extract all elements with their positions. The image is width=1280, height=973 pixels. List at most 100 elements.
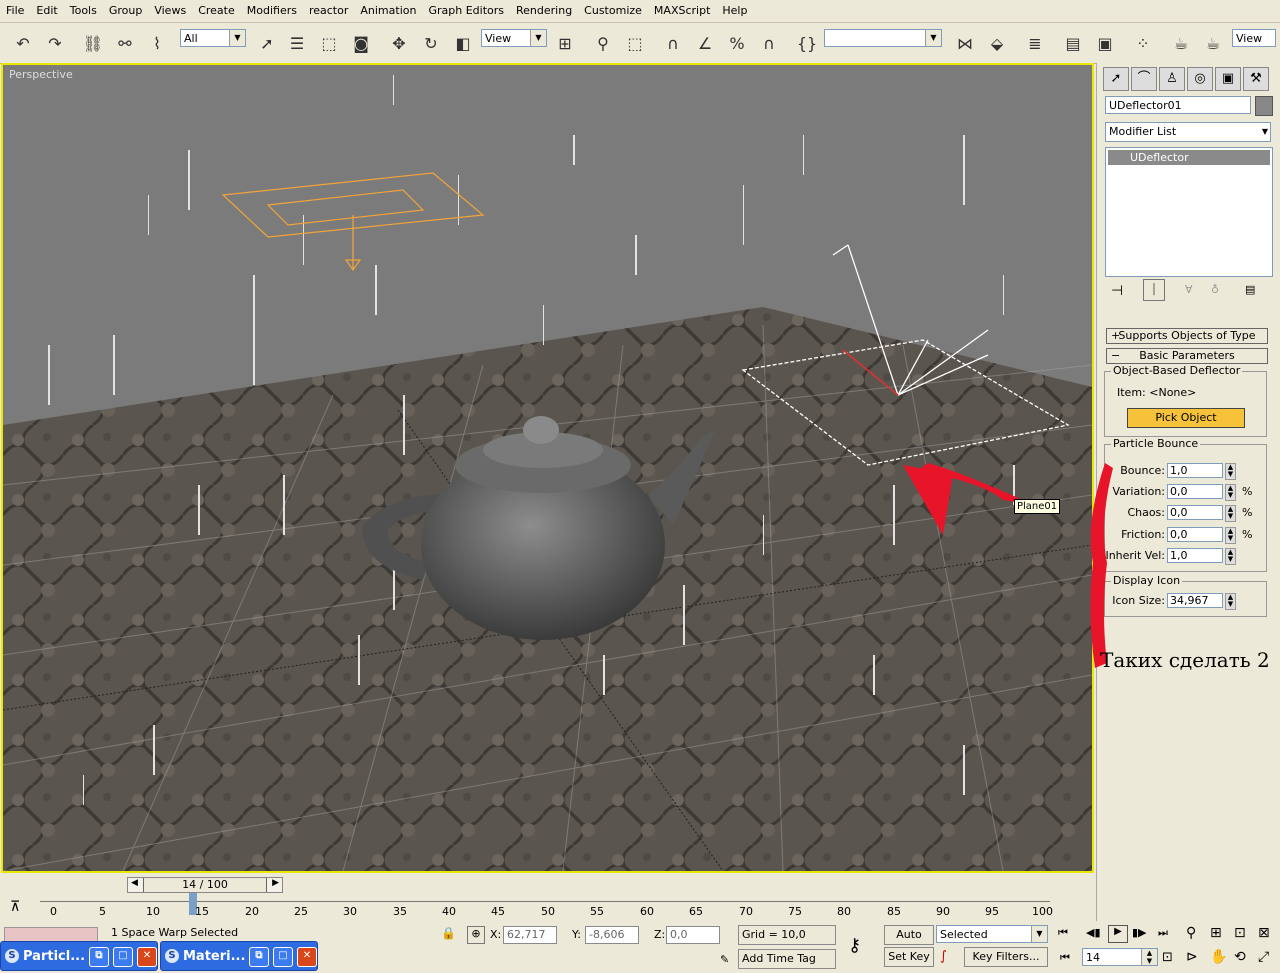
maximize-window-icon[interactable]: □: [113, 947, 133, 967]
add-time-tag-button[interactable]: Add Time Tag: [738, 949, 836, 969]
chaos-input[interactable]: 0,0: [1167, 505, 1223, 520]
bounce-input[interactable]: 1,0: [1167, 463, 1223, 478]
unlink-icon[interactable]: ⚯: [112, 30, 138, 56]
maximize-viewport-icon[interactable]: ⤢: [1258, 949, 1269, 965]
taskbar-material-window[interactable]: S Materi... ⧉ □ ✕: [160, 941, 318, 971]
lock-selection-icon[interactable]: 🔒: [441, 926, 456, 940]
window-crossing-icon[interactable]: ◙: [348, 30, 374, 56]
rollout-basic-parameters[interactable]: − Basic Parameters: [1106, 348, 1268, 364]
motion-tab-icon[interactable]: ◎: [1187, 67, 1213, 91]
make-unique-icon[interactable]: ∀: [1185, 283, 1193, 296]
spinner-snap-icon[interactable]: ∩: [756, 30, 782, 56]
menu-file[interactable]: File: [0, 0, 30, 22]
angle-snap-icon[interactable]: ∠: [692, 30, 718, 56]
time-slider-thumb[interactable]: 14 / 100: [143, 878, 267, 892]
zoom-icon[interactable]: ⚲: [1186, 925, 1196, 941]
menu-tools[interactable]: Tools: [64, 0, 103, 22]
utilities-tab-icon[interactable]: ⚒: [1243, 67, 1269, 91]
percent-snap-icon[interactable]: %: [724, 30, 750, 56]
x-coordinate-field[interactable]: 62,717: [503, 926, 557, 944]
menu-help[interactable]: Help: [716, 0, 753, 22]
next-frame-icon[interactable]: ▮▶: [1132, 926, 1147, 939]
select-by-name-icon[interactable]: ☰: [284, 30, 310, 56]
named-selection-dropdown[interactable]: ▼: [824, 29, 942, 47]
schematic-view-icon[interactable]: ▣: [1092, 30, 1118, 56]
menu-modifiers[interactable]: Modifiers: [241, 0, 303, 22]
object-name-field[interactable]: UDeflector01: [1105, 96, 1251, 114]
material-editor-icon[interactable]: ⁘: [1130, 30, 1156, 56]
close-window-icon[interactable]: ✕: [297, 947, 317, 967]
y-coordinate-field[interactable]: -8,606: [585, 926, 639, 944]
menu-graph-editors[interactable]: Graph Editors: [422, 0, 510, 22]
go-to-start-icon[interactable]: ⏮: [1058, 926, 1068, 940]
modify-tab-icon[interactable]: ⌒: [1131, 67, 1157, 91]
chevron-left-icon[interactable]: ◀: [131, 878, 138, 888]
move-icon[interactable]: ✥: [386, 30, 412, 56]
undo-icon[interactable]: ↶: [10, 30, 36, 56]
viewport-label[interactable]: Perspective: [9, 68, 73, 81]
snap-toggle-icon[interactable]: ∩: [660, 30, 686, 56]
maximize-window-icon[interactable]: □: [273, 947, 293, 967]
friction-input[interactable]: 0,0: [1167, 527, 1223, 542]
open-mini-curve-editor-icon[interactable]: ⊼: [10, 899, 20, 915]
spinner-arrows-icon[interactable]: ▲ ▼: [1225, 484, 1236, 501]
menu-maxscript[interactable]: MAXScript: [648, 0, 716, 22]
render-scene-icon[interactable]: ☕: [1168, 30, 1194, 56]
zoom-extents-all-icon[interactable]: ⊠: [1258, 925, 1270, 941]
pivot-center-icon[interactable]: ⊞: [552, 30, 578, 56]
menu-views[interactable]: Views: [148, 0, 192, 22]
pin-stack-icon[interactable]: ⊣: [1111, 283, 1123, 299]
spinner-arrows-icon[interactable]: ▲ ▼: [1225, 548, 1236, 565]
key-mode-toggle-icon[interactable]: ⏮: [1060, 951, 1070, 965]
field-of-view-icon[interactable]: ⊳: [1186, 949, 1198, 965]
quick-render-icon[interactable]: ☕: [1200, 30, 1226, 56]
zoom-all-icon[interactable]: ⊞: [1210, 925, 1222, 941]
restore-window-icon[interactable]: ⧉: [249, 947, 269, 967]
hierarchy-tab-icon[interactable]: ♙: [1159, 67, 1185, 91]
chevron-right-icon[interactable]: ▶: [272, 878, 279, 888]
variation-input[interactable]: 0,0: [1167, 484, 1223, 499]
default-tangent-icon[interactable]: ∫: [940, 949, 947, 964]
menu-group[interactable]: Group: [103, 0, 149, 22]
previous-frame-icon[interactable]: ◀▮: [1086, 926, 1101, 939]
select-link-icon[interactable]: ⛓: [80, 30, 106, 56]
restore-window-icon[interactable]: ⧉: [89, 947, 109, 967]
key-filters-button[interactable]: Key Filters...: [964, 947, 1048, 967]
object-color-swatch[interactable]: [1255, 96, 1273, 116]
close-window-icon[interactable]: ✕: [137, 947, 157, 967]
menu-rendering[interactable]: Rendering: [510, 0, 578, 22]
spinner-arrows-icon[interactable]: ▲ ▼: [1225, 527, 1236, 544]
modifier-stack[interactable]: UDeflector: [1105, 147, 1273, 277]
spinner-arrows-icon[interactable]: ▲ ▼: [1225, 593, 1236, 610]
stack-item-udeflector[interactable]: UDeflector: [1108, 150, 1270, 165]
menu-edit[interactable]: Edit: [30, 0, 63, 22]
perspective-viewport[interactable]: Perspective Plane01: [1, 63, 1094, 873]
select-object-icon[interactable]: ➚: [254, 30, 280, 56]
current-frame-field[interactable]: 14 ▲ ▼: [1082, 948, 1158, 966]
show-end-result-icon[interactable]: ⏐: [1143, 279, 1165, 301]
time-configuration-icon[interactable]: ⊡: [1162, 950, 1173, 965]
edit-named-selection-icon[interactable]: {}: [794, 30, 820, 56]
key-mode-dropdown[interactable]: Selected ▼: [936, 925, 1048, 943]
play-icon[interactable]: ▶: [1108, 925, 1128, 943]
key-icon[interactable]: ⚷: [848, 935, 861, 956]
taskbar-particle-window[interactable]: S Particl... ⧉ □ ✕: [0, 941, 158, 971]
rollout-supports-objects[interactable]: + Supports Objects of Type: [1106, 328, 1268, 344]
set-key-button[interactable]: Set Key: [884, 947, 934, 967]
keyboard-shortcut-icon[interactable]: ⬚: [622, 30, 648, 56]
menu-create[interactable]: Create: [192, 0, 241, 22]
rectangular-selection-icon[interactable]: ⬚: [316, 30, 342, 56]
z-coordinate-field[interactable]: 0,0: [666, 926, 720, 944]
selection-filter-dropdown[interactable]: All ▼: [180, 29, 246, 47]
rotate-icon[interactable]: ↻: [418, 30, 444, 56]
menu-animation[interactable]: Animation: [354, 0, 422, 22]
menu-reactor[interactable]: reactor: [303, 0, 354, 22]
remove-modifier-icon[interactable]: ♁: [1211, 283, 1219, 296]
scale-icon[interactable]: ◧: [450, 30, 476, 56]
modifier-list-dropdown[interactable]: Modifier List ▼: [1105, 122, 1271, 142]
spinner-arrows-icon[interactable]: ▲ ▼: [1225, 463, 1236, 480]
absolute-mode-icon[interactable]: ⊕: [467, 926, 485, 944]
render-view-dropdown[interactable]: View: [1232, 29, 1276, 47]
icon-size-input[interactable]: 34,967: [1167, 593, 1223, 608]
track-bar[interactable]: 0 5 10 15 20 25 30 35 40 45 50 55 60 65 …: [40, 893, 1062, 919]
